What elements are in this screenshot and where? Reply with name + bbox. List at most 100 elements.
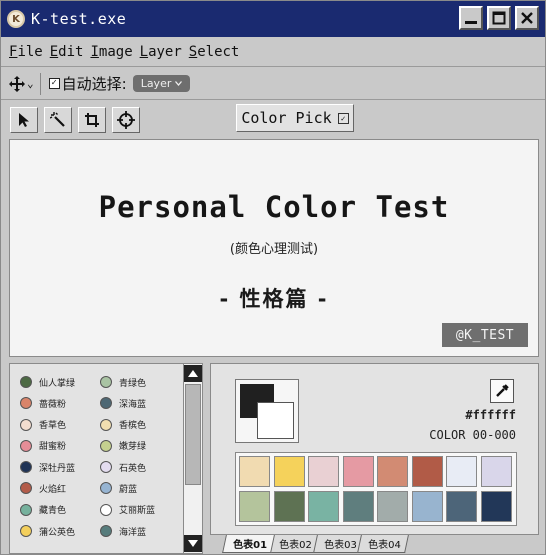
color-list-item[interactable]: 艾丽斯蓝 bbox=[100, 502, 180, 518]
menu-layer[interactable]: Layer bbox=[140, 44, 182, 60]
move-tool-dropdown[interactable]: ⌄ bbox=[9, 72, 41, 95]
tab-label: 色表03 bbox=[323, 540, 357, 551]
color-dot bbox=[100, 418, 112, 431]
color-pick-dropdown[interactable]: Color Pick ✓ bbox=[236, 104, 354, 132]
color-list-item[interactable]: 甜蜜粉 bbox=[20, 438, 100, 454]
color-swatch[interactable] bbox=[273, 456, 305, 487]
color-name: 海洋蓝 bbox=[119, 527, 147, 538]
menu-layer-accel: L bbox=[139, 43, 149, 60]
color-swatch[interactable] bbox=[308, 456, 339, 487]
color-name: 深牡丹蓝 bbox=[39, 463, 76, 474]
color-swatch[interactable] bbox=[480, 456, 512, 487]
color-list-item[interactable]: 仙人掌绿 bbox=[20, 374, 100, 390]
color-dot bbox=[100, 439, 112, 452]
color-list-item[interactable]: 嫩芽绿 bbox=[100, 438, 180, 454]
app-window: K K-test.exe File Edit Image Layer Selec… bbox=[0, 0, 546, 555]
scroll-up-button[interactable] bbox=[184, 365, 202, 382]
color-dot bbox=[20, 461, 32, 474]
color-swatch[interactable] bbox=[377, 491, 408, 522]
color-dot bbox=[20, 482, 32, 495]
color-name: 青绿色 bbox=[119, 378, 147, 389]
color-swatch[interactable] bbox=[239, 456, 270, 487]
close-button[interactable] bbox=[515, 6, 539, 30]
eyedropper-button[interactable] bbox=[490, 379, 514, 403]
color-swatch[interactable] bbox=[411, 456, 443, 487]
maximize-button[interactable] bbox=[487, 6, 511, 30]
scroll-thumb[interactable] bbox=[185, 384, 201, 485]
color-name: 香槟色 bbox=[119, 421, 147, 432]
chevron-down-icon bbox=[175, 81, 183, 86]
menu-edit-label: dit bbox=[58, 43, 84, 60]
color-dot bbox=[100, 376, 112, 388]
color-swatch[interactable] bbox=[446, 491, 477, 522]
color-list-item[interactable]: 蔷薇粉 bbox=[20, 395, 100, 411]
color-swatch[interactable] bbox=[342, 456, 374, 487]
color-list-item[interactable]: 香槟色 bbox=[100, 417, 180, 433]
color-list-item[interactable]: 石英色 bbox=[100, 459, 180, 475]
magic-wand-tool-button[interactable] bbox=[44, 107, 72, 133]
color-swatch[interactable] bbox=[342, 491, 374, 522]
color-list-item[interactable]: 青绿色 bbox=[100, 374, 180, 390]
color-list-item[interactable]: 深牡丹蓝 bbox=[20, 459, 100, 475]
fg-bg-color-well[interactable] bbox=[235, 379, 299, 443]
color-dot bbox=[100, 482, 112, 495]
menu-file[interactable]: File bbox=[9, 44, 43, 60]
menu-bar: File Edit Image Layer Select bbox=[1, 37, 545, 67]
color-name: 香草色 bbox=[39, 421, 67, 432]
color-list-item[interactable]: 海洋蓝 bbox=[100, 523, 180, 539]
color-list-item[interactable]: 蔚蓝 bbox=[100, 480, 180, 496]
color-dot bbox=[100, 461, 112, 474]
color-list-item[interactable]: 藏青色 bbox=[20, 502, 100, 518]
maximize-icon bbox=[492, 11, 506, 25]
color-dot bbox=[20, 418, 32, 431]
tab-color-table-1[interactable]: 色表01 bbox=[222, 535, 275, 553]
minimize-button[interactable] bbox=[459, 6, 483, 30]
menu-select[interactable]: Select bbox=[189, 44, 240, 60]
color-list-item[interactable]: 火焰红 bbox=[20, 480, 100, 496]
canvas-chapter: - 性格篇 - bbox=[219, 287, 329, 311]
color-dot bbox=[20, 439, 32, 452]
target-icon bbox=[117, 111, 135, 129]
tab-color-table-2[interactable]: 色表02 bbox=[268, 535, 320, 553]
canvas-subtitle: (颜色心理测试) bbox=[229, 242, 319, 257]
app-icon: K bbox=[7, 10, 25, 28]
color-swatch[interactable] bbox=[480, 491, 512, 522]
title-bar[interactable]: K K-test.exe bbox=[1, 1, 545, 37]
color-list-item[interactable]: 蒲公英色 bbox=[20, 523, 100, 539]
menu-edit[interactable]: Edit bbox=[50, 44, 84, 60]
crop-icon bbox=[85, 113, 99, 127]
layer-select[interactable]: Layer bbox=[132, 75, 191, 92]
color-list-scrollbar[interactable] bbox=[183, 364, 202, 553]
color-swatch[interactable] bbox=[377, 456, 408, 487]
color-dot bbox=[20, 397, 32, 410]
minimize-icon bbox=[465, 21, 477, 24]
tab-color-table-4[interactable]: 色表04 bbox=[357, 535, 410, 553]
tool-row: Color Pick ✓ bbox=[1, 101, 545, 137]
color-swatch[interactable] bbox=[446, 456, 477, 487]
color-name: 藏青色 bbox=[39, 506, 67, 517]
auto-select-checkbox[interactable]: ✓ bbox=[48, 78, 60, 89]
color-swatch[interactable] bbox=[239, 491, 270, 522]
color-swatch[interactable] bbox=[411, 491, 443, 522]
scroll-down-button[interactable] bbox=[184, 535, 202, 552]
background-color[interactable] bbox=[257, 402, 294, 439]
pointer-tool-button[interactable] bbox=[10, 107, 38, 133]
target-tool-button[interactable] bbox=[112, 107, 140, 133]
window-title: K-test.exe bbox=[31, 10, 127, 28]
color-list-item[interactable]: 深海蓝 bbox=[100, 395, 180, 411]
color-dot bbox=[100, 503, 112, 516]
color-name: 甜蜜粉 bbox=[39, 442, 67, 453]
tab-label: 色表01 bbox=[233, 540, 268, 551]
color-swatch[interactable] bbox=[273, 491, 305, 522]
color-swatch[interactable] bbox=[308, 491, 339, 522]
crop-tool-button[interactable] bbox=[78, 107, 106, 133]
color-name: 蔷薇粉 bbox=[39, 399, 67, 410]
magic-wand-icon bbox=[50, 112, 65, 127]
window-controls bbox=[459, 6, 539, 30]
color-name: 艾丽斯蓝 bbox=[119, 506, 156, 517]
menu-image[interactable]: Image bbox=[90, 44, 132, 60]
swatch-panel: #ffffff COLOR 00-000 bbox=[210, 363, 539, 535]
color-dot bbox=[100, 525, 112, 538]
color-list-item[interactable]: 香草色 bbox=[20, 417, 100, 433]
color-dot bbox=[20, 376, 32, 388]
